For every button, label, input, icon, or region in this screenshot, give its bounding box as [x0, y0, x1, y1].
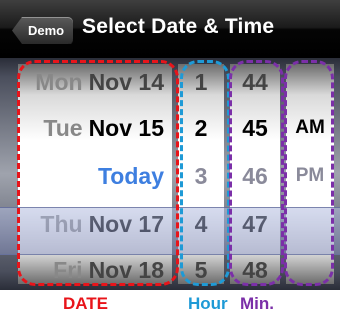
date-time-picker: Mon Nov 14 Tue Nov 15 Today Thu Nov 17 Fri N…: [0, 58, 340, 290]
minute-row[interactable]: 44: [230, 64, 280, 104]
weekday: Mon: [35, 69, 83, 95]
hour-row-selected[interactable]: 3: [178, 154, 224, 198]
date-value: Nov 14: [88, 69, 164, 95]
hour-caption: Hour: [188, 294, 228, 313]
date-row[interactable]: Tue Nov 15: [18, 106, 172, 150]
date-caption: DATE: [63, 294, 109, 313]
navigation-bar: Demo Select Date & Time: [0, 0, 340, 58]
page-title: Select Date & Time: [82, 15, 275, 38]
minute-row[interactable]: 47: [230, 202, 280, 246]
date-value: Nov 17: [88, 211, 164, 237]
date-row[interactable]: Mon Nov 14: [18, 64, 172, 104]
weekday: Thu: [40, 211, 83, 237]
date-wheel[interactable]: Mon Nov 14 Tue Nov 15 Today Thu Nov 17 Fri N…: [18, 64, 172, 284]
date-value: Nov 15: [88, 115, 164, 141]
date-value: Nov 18: [88, 257, 164, 283]
back-button[interactable]: Demo: [12, 17, 74, 44]
hour-row[interactable]: 4: [178, 202, 224, 246]
minute-wheel[interactable]: 44 45 46 47 48: [230, 64, 280, 284]
weekday: Fri: [53, 257, 83, 283]
date-row[interactable]: Fri Nov 18: [18, 248, 172, 284]
ampm-wheel[interactable]: AM PM: [286, 64, 334, 284]
today-label: Today: [97, 163, 164, 189]
ampm-row[interactable]: AM: [286, 106, 334, 150]
hour-row[interactable]: 2: [178, 106, 224, 150]
ampm-row-selected[interactable]: PM: [286, 154, 334, 198]
hour-row[interactable]: 1: [178, 64, 224, 104]
minute-row-selected[interactable]: 46: [230, 154, 280, 198]
minute-row[interactable]: 45: [230, 106, 280, 150]
minute-caption: Min.: [240, 294, 274, 313]
date-row[interactable]: Thu Nov 17: [18, 202, 172, 246]
hour-row[interactable]: 5: [178, 248, 224, 284]
minute-row[interactable]: 48: [230, 248, 280, 284]
weekday: Tue: [43, 115, 83, 141]
hour-wheel[interactable]: 1 2 3 4 5: [178, 64, 224, 284]
date-row-today[interactable]: Today: [18, 154, 172, 198]
